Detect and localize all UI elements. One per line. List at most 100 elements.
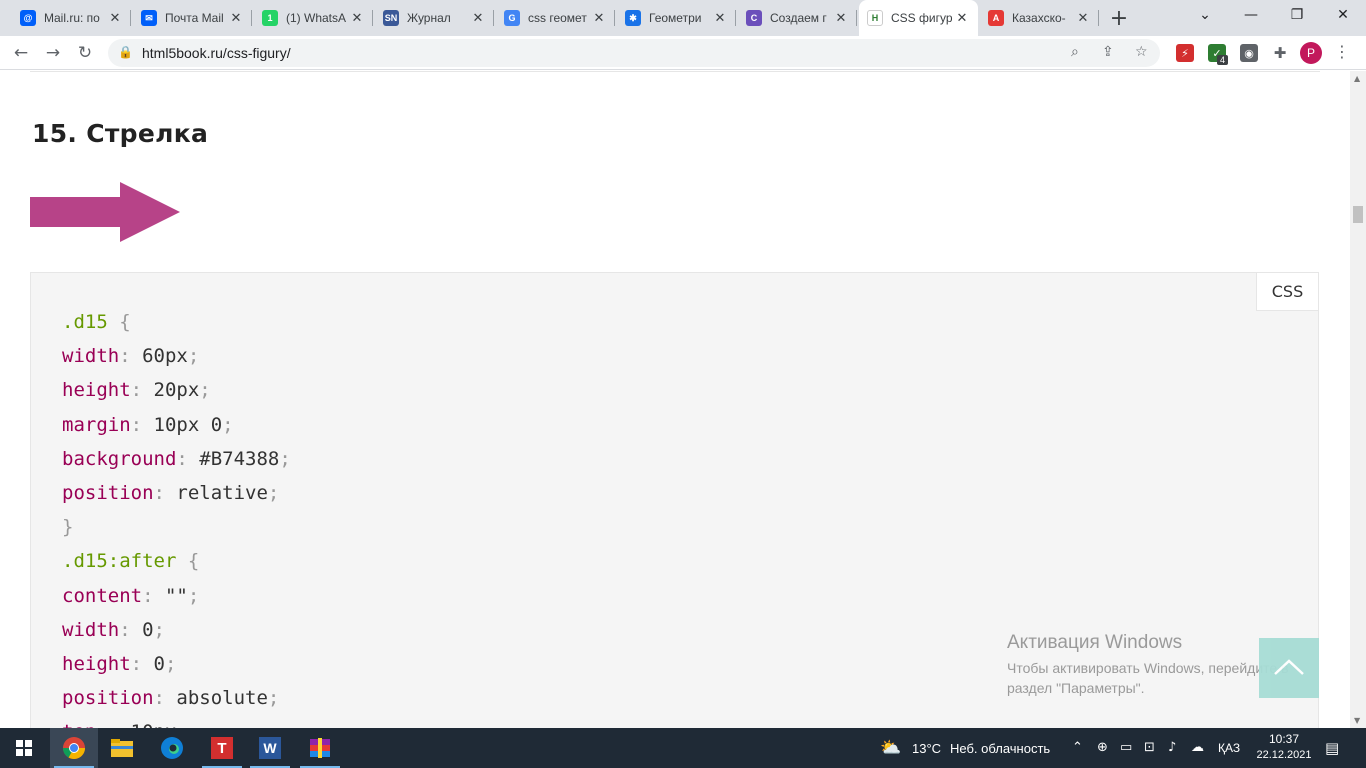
tab-separator: [735, 10, 736, 26]
extension-flash-icon[interactable]: ⚡: [1176, 44, 1194, 62]
code-line: height: 0;: [62, 647, 291, 681]
code-token: .d15:after: [62, 550, 177, 573]
tab-title: Mail.ru: по: [44, 11, 100, 25]
back-arrow-icon[interactable]: ←: [8, 40, 34, 66]
code-token: ;: [267, 687, 280, 710]
close-window-button[interactable]: ✕: [1320, 0, 1366, 30]
cloud-icon[interactable]: ☁: [1191, 740, 1204, 755]
tab-strip: @ Mail.ru: по ✕ ✉ Почта Mail ✕ 1 (1) WhatsA ✕ SN Ж…: [0, 0, 1366, 36]
minimize-button[interactable]: —: [1228, 0, 1274, 30]
network-icon[interactable]: ⊡: [1144, 740, 1155, 755]
page-scrollbar[interactable]: ▲ ▼: [1350, 71, 1366, 728]
restore-button[interactable]: ❐: [1274, 0, 1320, 30]
weather-text[interactable]: Неб. облачность: [950, 741, 1050, 756]
lock-icon[interactable]: 🔒: [118, 45, 133, 59]
code-token: ;: [199, 379, 211, 402]
browser-tab[interactable]: ✱ Геометри ✕: [617, 4, 736, 32]
tab-close-icon[interactable]: ✕: [591, 10, 607, 26]
code-token: height: [62, 379, 131, 402]
url-text[interactable]: html5book.ru/css-figury/: [142, 45, 291, 61]
forward-arrow-icon[interactable]: →: [40, 40, 66, 66]
weather-icon[interactable]: ⛅: [880, 738, 901, 758]
page-content: 15. Стрелка CSS .d15 {width: 60px; height…: [0, 71, 1350, 728]
extensions-puzzle-icon[interactable]: ✚: [1271, 44, 1289, 62]
code-token: ;: [153, 618, 165, 641]
tab-separator: [614, 10, 615, 26]
menu-dots-icon[interactable]: ⋮: [1334, 42, 1350, 61]
word-icon[interactable]: W: [246, 728, 294, 768]
clock-time[interactable]: 10:37: [1256, 732, 1312, 746]
code-token: content: [62, 584, 143, 607]
html5book-icon: H: [867, 10, 883, 26]
code-token: height: [62, 653, 131, 676]
code-line: margin: 10px 0;: [62, 408, 291, 442]
code-token: :: [119, 345, 143, 368]
clock-date[interactable]: 22.12.2021: [1251, 749, 1317, 761]
code-token: ;: [164, 653, 177, 676]
tab-close-icon[interactable]: ✕: [712, 10, 728, 26]
browser-tab[interactable]: Gcss геомет ✕: [496, 4, 615, 32]
notifications-icon[interactable]: ▤: [1325, 739, 1339, 757]
tab-search-chevron-icon[interactable]: ⌄: [1182, 0, 1228, 30]
scrollbar-thumb[interactable]: [1353, 206, 1363, 223]
zoom-icon[interactable]: ⌕: [1071, 44, 1079, 60]
tab-close-icon[interactable]: ✕: [228, 10, 244, 26]
code-language-badge: CSS: [1256, 273, 1318, 311]
code-line: .d15:after {: [62, 544, 291, 578]
extension-capture-icon[interactable]: ◉: [1240, 44, 1258, 62]
browser-tab[interactable]: SN Журнал ✕: [375, 4, 494, 32]
tab-close-icon[interactable]: ✕: [1075, 10, 1091, 26]
code-token: ;: [222, 413, 234, 436]
code-token: width: [62, 345, 120, 368]
arrow-shaft: [30, 197, 120, 227]
windows-start-icon[interactable]: [0, 728, 48, 768]
tab-title: Создаем г: [770, 11, 827, 25]
code-token: relative: [176, 482, 268, 505]
browser-tab[interactable]: A Казахско- ✕: [980, 4, 1099, 32]
tab-title: Почта Mail: [165, 11, 224, 25]
scroll-down-icon[interactable]: ▼: [1354, 716, 1360, 725]
reload-icon[interactable]: ↻: [72, 40, 98, 66]
browser-toolbar: ← → ↻ 🔒 html5book.ru/css-figury/ ⌕ ⇪ ☆ ⚡…: [0, 36, 1366, 70]
code-line: width: 0;: [62, 613, 291, 647]
file-explorer-icon[interactable]: [98, 728, 146, 768]
browser-tab[interactable]: @ Mail.ru: по ✕: [12, 4, 131, 32]
code-token: :: [130, 653, 154, 676]
scroll-up-icon[interactable]: ▲: [1354, 74, 1360, 83]
profile-avatar[interactable]: P: [1300, 42, 1322, 64]
code-token: 60px: [142, 345, 188, 368]
show-hidden-icons-chevron-icon[interactable]: ⌃: [1072, 740, 1083, 755]
winrar-icon[interactable]: [296, 728, 344, 768]
tab-close-icon[interactable]: ✕: [107, 10, 123, 26]
tab-close-icon[interactable]: ✕: [470, 10, 486, 26]
code-content: .d15 {width: 60px; height: 20px; margin: 1…: [62, 305, 291, 728]
battery-icon[interactable]: ▭: [1120, 740, 1132, 755]
chrome-taskbar-icon[interactable]: [50, 728, 98, 768]
volume-icon[interactable]: ♪: [1168, 740, 1176, 755]
code-token: #B74388: [199, 447, 280, 470]
code-line: height: 20px;: [62, 373, 291, 407]
arrow-head: [120, 182, 180, 242]
browser-tab[interactable]: ✉ Почта Mail ✕: [133, 4, 252, 32]
tab-title: CSS фигур: [891, 11, 953, 25]
code-token: ;: [187, 345, 200, 368]
browser-tab[interactable]: 1 (1) WhatsA ✕: [254, 4, 373, 32]
edge-icon[interactable]: [148, 728, 196, 768]
tab-separator: [1098, 10, 1099, 26]
new-tab-button[interactable]: +: [1105, 4, 1133, 32]
bookmark-star-icon[interactable]: ☆: [1135, 44, 1148, 60]
text-editor-icon[interactable]: T: [198, 728, 246, 768]
browser-tab[interactable]: C Создаем г ✕: [738, 4, 857, 32]
security-icon[interactable]: ⊕: [1097, 740, 1108, 755]
tab-title: Журнал: [407, 11, 451, 25]
address-bar[interactable]: 🔒 html5book.ru/css-figury/ ⌕ ⇪ ☆: [108, 39, 1160, 67]
tab-separator: [493, 10, 494, 26]
tab-close-icon[interactable]: ✕: [833, 10, 849, 26]
scroll-to-top-button[interactable]: [1259, 638, 1319, 698]
browser-tab[interactable]: H CSS фигур ✕: [859, 0, 978, 36]
tab-close-icon[interactable]: ✕: [954, 10, 970, 26]
input-language[interactable]: ҚАЗ: [1218, 741, 1240, 755]
share-icon[interactable]: ⇪: [1102, 44, 1114, 60]
tab-close-icon[interactable]: ✕: [349, 10, 365, 26]
weather-temp[interactable]: 13°C: [912, 741, 941, 756]
